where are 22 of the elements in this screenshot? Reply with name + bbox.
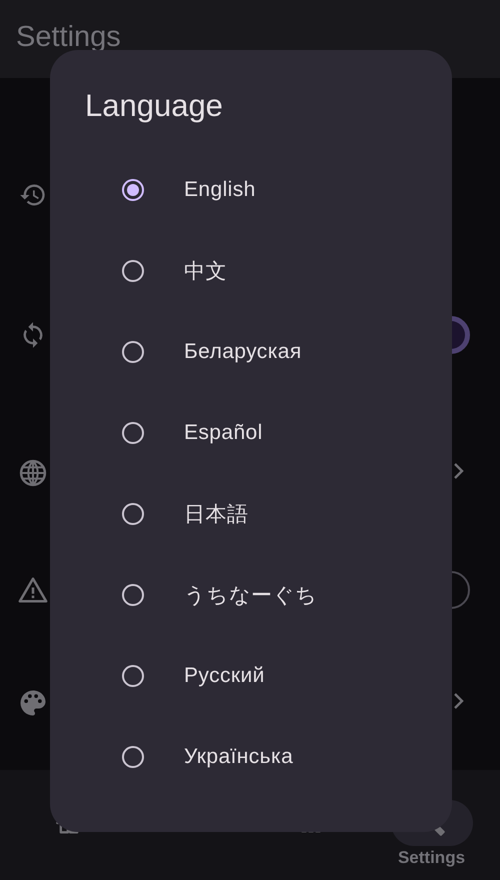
radio-button[interactable] [122,746,144,768]
language-option[interactable]: うちなーぐち [184,580,318,608]
nav-label[interactable]: Settings [398,848,466,868]
radio-button[interactable] [122,664,144,686]
warning-icon [18,575,48,605]
language-option[interactable]: Русский [184,664,265,688]
radio-button[interactable] [122,502,144,524]
language-option[interactable]: Українська [184,744,294,768]
language-option[interactable]: English [184,178,256,202]
palette-icon [18,688,48,718]
language-option[interactable]: 日本語 [184,500,248,528]
language-option[interactable]: 中文 [184,256,227,284]
dialog-title: Language [84,88,223,124]
radio-button[interactable] [122,422,144,444]
globe-icon [18,458,48,488]
language-option[interactable]: Español [184,420,263,444]
radio-button[interactable] [122,178,144,200]
radio-button[interactable] [122,340,144,362]
language-option[interactable]: Беларуская [184,340,302,364]
radio-button[interactable] [122,584,144,606]
screen-title: Settings [16,20,121,54]
radio-button[interactable] [122,260,144,282]
